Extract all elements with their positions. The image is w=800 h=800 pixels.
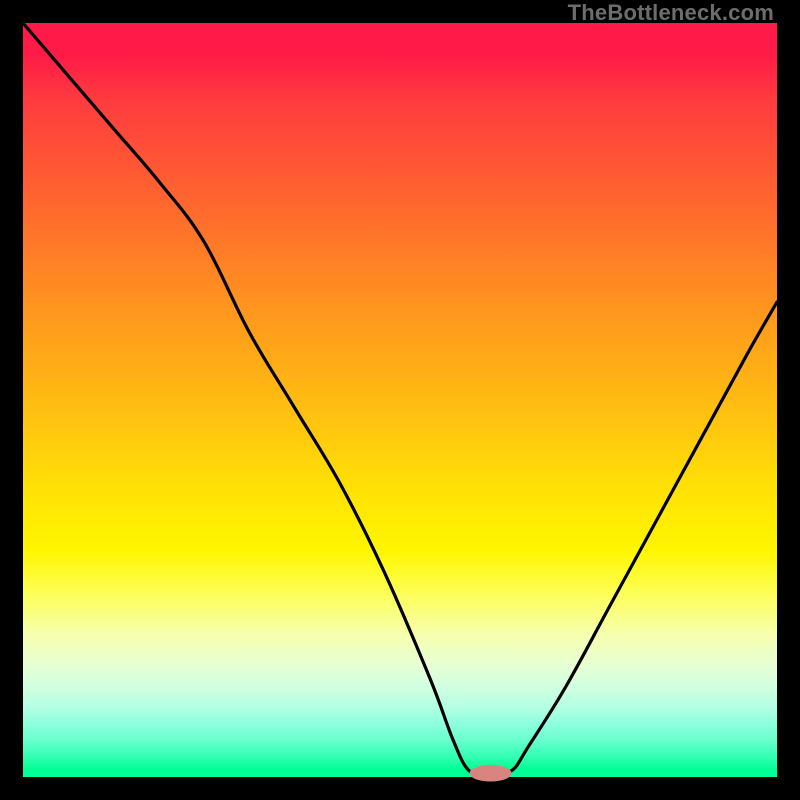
chart-frame: TheBottleneck.com: [0, 0, 800, 800]
chart-svg: [23, 23, 777, 777]
optimal-marker: [469, 765, 511, 782]
watermark-text: TheBottleneck.com: [568, 0, 774, 26]
bottleneck-curve: [23, 23, 777, 774]
